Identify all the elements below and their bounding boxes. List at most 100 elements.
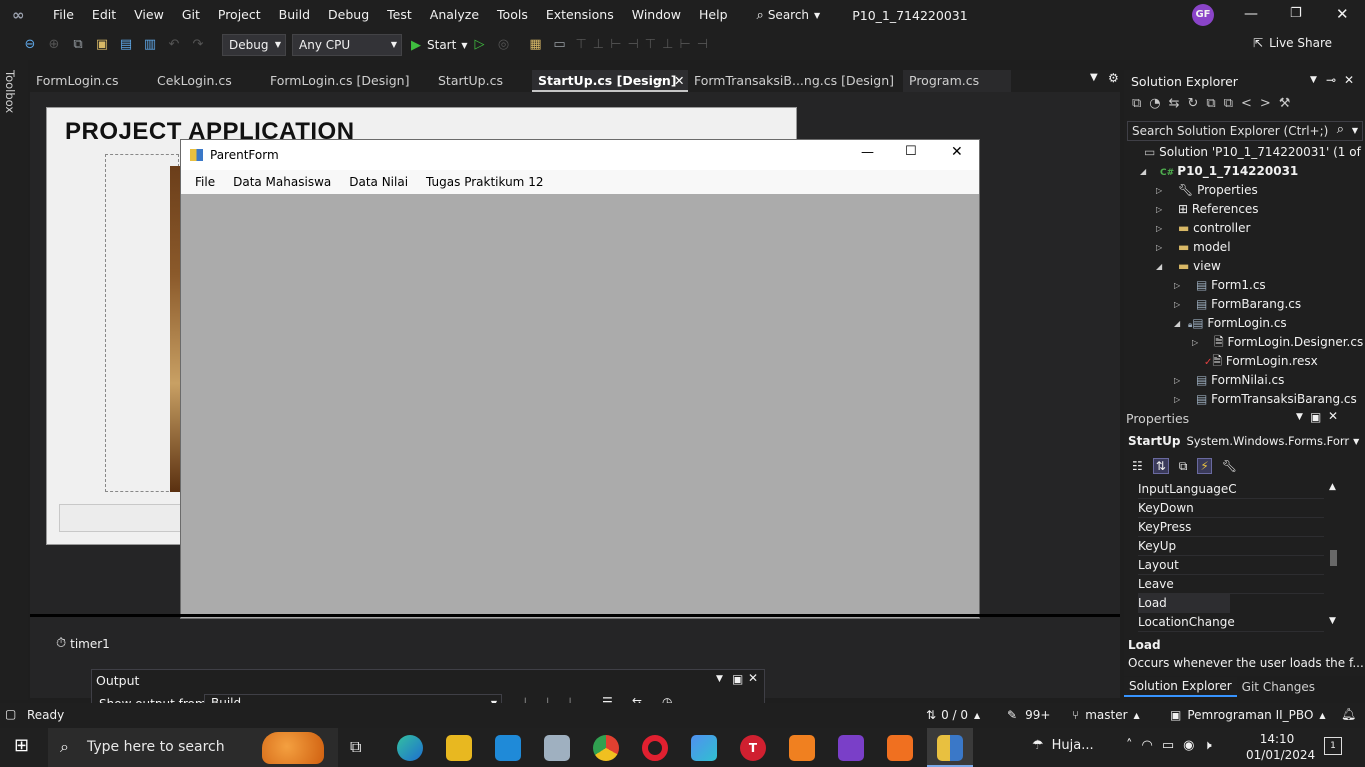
new-project-icon[interactable]: ⧉ [70, 37, 86, 53]
pdf-app-icon[interactable] [789, 735, 815, 761]
vs-logo-icon[interactable]: ∞ [12, 6, 34, 24]
form-close-icon[interactable]: ✕ [951, 144, 963, 160]
status-panel[interactable] [59, 504, 183, 532]
menu-git[interactable]: Git [173, 0, 209, 30]
mail-icon[interactable] [495, 735, 521, 761]
menu-view[interactable]: View [125, 0, 173, 30]
menu-analyze[interactable]: Analyze [421, 0, 488, 30]
tab-startup-cs[interactable]: StartUp.cs [432, 70, 509, 92]
tree-formbarang-cs[interactable]: ▤ FormBarang.cs [1196, 295, 1301, 314]
tab-program-cs[interactable]: Program.cs [903, 70, 1011, 92]
event-row-load[interactable]: Load [1138, 594, 1230, 613]
form-maximize-icon[interactable]: ☐ [905, 144, 917, 159]
menu-debug[interactable]: Debug [319, 0, 378, 30]
categorized-icon[interactable]: ☷ [1132, 459, 1143, 473]
platform-select[interactable]: Any CPU ▼ [292, 34, 402, 56]
output-close-icon[interactable]: ✕ [748, 671, 758, 685]
scroll-down-icon[interactable]: ▼ [1329, 616, 1336, 626]
picture-box[interactable] [105, 154, 179, 492]
layout-icon[interactable]: ▭ [551, 37, 567, 53]
menu-build[interactable]: Build [270, 0, 319, 30]
scroll-up-icon[interactable]: ▲ [1329, 482, 1336, 492]
output-maximize-icon[interactable]: ▣ [732, 672, 743, 686]
pf-menu-data-nilai[interactable]: Data Nilai [340, 170, 417, 194]
menu-test[interactable]: Test [378, 0, 421, 30]
chrome-icon[interactable] [593, 735, 619, 761]
events-icon[interactable]: ⚡ [1197, 458, 1212, 474]
forward-icon[interactable]: ⊕ [46, 37, 62, 53]
restore-icon[interactable]: ❐ [1290, 6, 1302, 21]
settings-icon[interactable]: ⚙ [1108, 71, 1119, 85]
menu-edit[interactable]: Edit [83, 0, 125, 30]
windows-start-icon[interactable]: ⊞ [14, 737, 29, 755]
tree-folder-view[interactable]: ▬ view [1178, 257, 1221, 276]
pf-menu-data-mahasiswa[interactable]: Data Mahasiswa [224, 170, 340, 194]
open-file-icon[interactable]: ▣ [94, 37, 110, 53]
notification-center-icon[interactable]: 1 [1324, 737, 1342, 755]
alphabetical-icon[interactable]: ⇅ [1152, 458, 1169, 474]
edge-icon[interactable] [397, 735, 423, 761]
start-button[interactable]: ▶ Start ▼ [411, 38, 467, 53]
menu-window[interactable]: Window [623, 0, 690, 30]
notification-bell-icon[interactable]: 🔔︎ [1341, 707, 1356, 721]
tree-folder-model[interactable]: ▬ model [1178, 238, 1231, 257]
mdi-client-area[interactable] [181, 194, 979, 618]
tab-list-dropdown-icon[interactable]: ▼ [1090, 72, 1098, 83]
back-icon[interactable]: ⊖ [22, 37, 38, 53]
menu-help[interactable]: Help [690, 0, 737, 30]
props-dropdown-icon[interactable]: ▼ [1296, 412, 1303, 422]
status-branch[interactable]: ⑂ master ▲ [1072, 708, 1140, 722]
tray-icons[interactable]: ˄◠▭◉🕨︎ [1126, 738, 1221, 753]
file-explorer-icon[interactable] [446, 735, 472, 761]
tree-references[interactable]: ⊞ References [1178, 200, 1259, 219]
event-row-keyup[interactable]: KeyUp [1138, 537, 1324, 556]
form-minimize-icon[interactable]: — [861, 145, 874, 160]
taskbar-search[interactable]: ⌕ Type here to search [48, 728, 338, 767]
save-all-icon[interactable]: ▥ [142, 37, 158, 53]
tab-startup-design[interactable]: StartUp.cs [Design] ⊸ ✕ [532, 70, 688, 92]
minimize-icon[interactable]: — [1244, 6, 1258, 22]
property-pages-icon[interactable]: 🔧︎ [1222, 459, 1237, 473]
menu-tools[interactable]: Tools [488, 0, 537, 30]
tree-folder-controller[interactable]: ▬ controller [1178, 219, 1250, 238]
parent-form-window[interactable]: ParentForm — ☐ ✕ File Data Mahasiswa Dat… [180, 139, 980, 619]
save-icon[interactable]: ▤ [118, 37, 134, 53]
tree-formlogin-cs[interactable]: 🔒︎▤ FormLogin.cs [1188, 314, 1287, 333]
event-row-layout[interactable]: Layout [1138, 556, 1324, 575]
se-search-input[interactable]: Search Solution Explorer (Ctrl+;) ⌕ ▼ [1127, 121, 1363, 141]
event-row-leave[interactable]: Leave [1138, 575, 1324, 594]
winforms-app-icon[interactable] [937, 735, 963, 761]
event-row-locationchange[interactable]: LocationChange [1138, 613, 1324, 632]
timer1-component[interactable]: ⏱ timer1 [56, 636, 110, 651]
tab-solution-explorer[interactable]: Solution Explorer [1124, 677, 1237, 697]
undo-icon[interactable]: ↶ [166, 37, 182, 53]
xampp-icon[interactable] [887, 735, 913, 761]
live-share-button[interactable]: ⇱ Live Share [1253, 36, 1332, 50]
object-selector[interactable]: StartUp System.Windows.Forms.Forr ▼ [1128, 432, 1359, 450]
scrollbar-thumb[interactable] [1330, 550, 1337, 566]
menu-file[interactable]: File [44, 0, 83, 30]
menu-extensions[interactable]: Extensions [537, 0, 623, 30]
close-tab-icon[interactable]: ✕ [674, 70, 684, 92]
menu-project[interactable]: Project [209, 0, 270, 30]
event-row-keypress[interactable]: KeyPress [1138, 518, 1324, 537]
tree-project[interactable]: C# P10_1_714220031 [1160, 162, 1298, 181]
event-row-keydown[interactable]: KeyDown [1138, 499, 1324, 518]
tree-form1-cs[interactable]: ▤ Form1.cs [1196, 276, 1266, 295]
props-close-icon[interactable]: ✕ [1328, 409, 1338, 423]
configuration-select[interactable]: Debug ▼ [222, 34, 286, 56]
hot-reload-icon[interactable]: ◎ [495, 37, 511, 53]
tab-ceklogin-cs[interactable]: CekLogin.cs [151, 70, 238, 92]
se-dropdown-icon[interactable]: ▼ [1310, 75, 1317, 85]
photos-icon[interactable] [544, 735, 570, 761]
t-app-icon[interactable]: T [740, 735, 766, 761]
pf-menu-file[interactable]: File [186, 170, 224, 194]
clock[interactable]: 14:10 01/01/2024 [1246, 731, 1315, 763]
close-icon[interactable]: ✕ [1336, 5, 1349, 23]
event-row-inputlanguage[interactable]: InputLanguageC [1138, 480, 1324, 499]
browse-folder-icon[interactable]: ▦ [527, 37, 543, 53]
props-maximize-icon[interactable]: ▣ [1310, 410, 1321, 424]
pf-menu-tugas-praktikum[interactable]: Tugas Praktikum 12 [417, 170, 552, 194]
visual-studio-icon[interactable] [838, 735, 864, 761]
task-view-icon[interactable]: ⧉ [350, 737, 361, 757]
